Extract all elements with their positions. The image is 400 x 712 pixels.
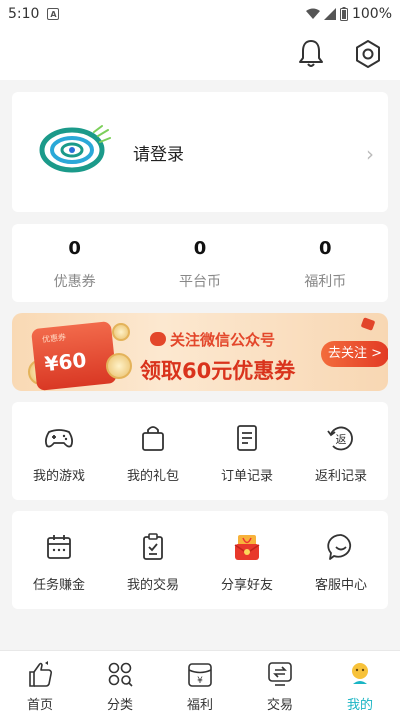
menu-item-my-gifts[interactable]: 我的礼包 — [106, 402, 200, 500]
rebate-icon: 返 — [327, 426, 353, 451]
status-right: 100% — [305, 6, 392, 22]
tab-label: 福利 — [186, 698, 213, 712]
tab-label: 交易 — [266, 698, 293, 712]
order-doc-icon — [237, 425, 257, 451]
tab-category[interactable]: 分类 — [80, 651, 160, 712]
menu-item-tasks[interactable]: 任务赚金 — [12, 511, 106, 609]
tab-label: 首页 — [26, 698, 53, 712]
status-time: 5:10 — [8, 6, 40, 22]
battery-percent: 100% — [351, 6, 392, 22]
stat-platform-coins[interactable]: 0 平台币 — [137, 224, 262, 302]
notification-icon: A — [47, 8, 60, 20]
wechat-follow-banner[interactable]: 优惠券 ¥60 关注微信公众号 领取60元优惠券 去关注 > — [12, 313, 388, 391]
menu-label: 返利记录 — [314, 469, 367, 484]
stat-value: 0 — [193, 238, 207, 259]
tab-label: 分类 — [106, 698, 133, 712]
follow-button[interactable]: 去关注 > — [321, 341, 388, 367]
coin-decoration — [112, 323, 130, 341]
gamepad-icon — [44, 429, 74, 448]
calendar-icon — [47, 535, 71, 559]
stat-coupons[interactable]: 0 优惠券 — [12, 224, 137, 302]
bottom-tab-bar: 首页 分类 ¥ 福利 交易 我的 — [0, 650, 400, 712]
menu-item-share[interactable]: 分享好友 — [200, 511, 294, 609]
menu-item-my-trades[interactable]: 我的交易 — [106, 511, 200, 609]
menu-item-my-games[interactable]: 我的游戏 — [12, 402, 106, 500]
tab-home[interactable]: 首页 — [0, 651, 80, 712]
svg-text:¥: ¥ — [197, 676, 203, 686]
trade-icon — [268, 662, 292, 686]
clipboard-icon — [143, 533, 163, 560]
voucher-graphic: 优惠券 ¥60 — [30, 320, 118, 391]
chat-icon — [327, 534, 352, 560]
menu-label: 我的游戏 — [32, 469, 85, 484]
welfare-icon: ¥ — [188, 663, 212, 687]
menu-item-orders[interactable]: 订单记录 — [200, 402, 294, 500]
svg-text:返: 返 — [336, 433, 347, 446]
tab-trade[interactable]: 交易 — [240, 651, 320, 712]
wechat-icon — [150, 332, 166, 346]
stat-label: 平台币 — [178, 274, 221, 290]
stat-value: 0 — [319, 238, 332, 259]
status-bar: 5:10 A 100% — [0, 0, 400, 28]
battery-icon — [339, 7, 348, 21]
wifi-icon — [305, 8, 320, 19]
menu-label: 分享好友 — [220, 578, 273, 593]
menu-item-rebates[interactable]: 返 返利记录 — [294, 402, 388, 500]
top-bar — [0, 28, 400, 80]
chevron-right-icon[interactable]: › — [366, 142, 374, 166]
red-envelope-icon — [234, 535, 260, 560]
banner-line1: 关注微信公众号 — [170, 331, 276, 349]
banner-subtitle: 领取60元优惠券 — [140, 359, 296, 383]
stat-label: 福利币 — [304, 274, 347, 290]
tab-welfare[interactable]: ¥ 福利 — [160, 651, 240, 712]
category-icon — [108, 662, 133, 687]
me-icon — [352, 663, 368, 684]
menu-grid-secondary: 任务赚金 我的交易 分享好友 客服中心 — [12, 511, 388, 609]
stat-label: 优惠券 — [53, 274, 96, 290]
stats-card: 0 优惠券 0 平台币 0 福利币 — [12, 224, 388, 302]
gift-bag-icon — [142, 426, 164, 451]
bell-icon[interactable] — [296, 38, 326, 70]
stat-value: 0 — [68, 238, 81, 259]
voucher-amount: ¥60 — [43, 347, 88, 377]
stat-welfare-coins[interactable]: 0 福利币 — [263, 224, 388, 302]
tab-label: 我的 — [346, 698, 373, 712]
menu-item-support[interactable]: 客服中心 — [294, 511, 388, 609]
menu-label: 订单记录 — [220, 469, 273, 484]
flag-decoration — [360, 317, 376, 331]
thumbs-up-icon — [29, 661, 53, 687]
signal-icon — [323, 8, 336, 20]
banner-title: 关注微信公众号 — [150, 329, 275, 350]
menu-label: 任务赚金 — [32, 578, 85, 593]
voucher-tag: 优惠券 — [41, 332, 67, 345]
settings-hex-icon[interactable] — [353, 38, 383, 70]
app-logo — [39, 125, 111, 173]
menu-label: 我的交易 — [126, 578, 179, 593]
menu-label: 我的礼包 — [126, 469, 179, 484]
login-label[interactable]: 请登录 — [133, 140, 184, 165]
coin-decoration — [106, 353, 132, 379]
login-card[interactable]: 请登录 › — [12, 92, 388, 212]
menu-label: 客服中心 — [314, 578, 367, 593]
tab-me[interactable]: 我的 — [320, 651, 400, 712]
menu-grid-primary: 我的游戏 我的礼包 订单记录 返 返利记录 — [12, 402, 388, 500]
